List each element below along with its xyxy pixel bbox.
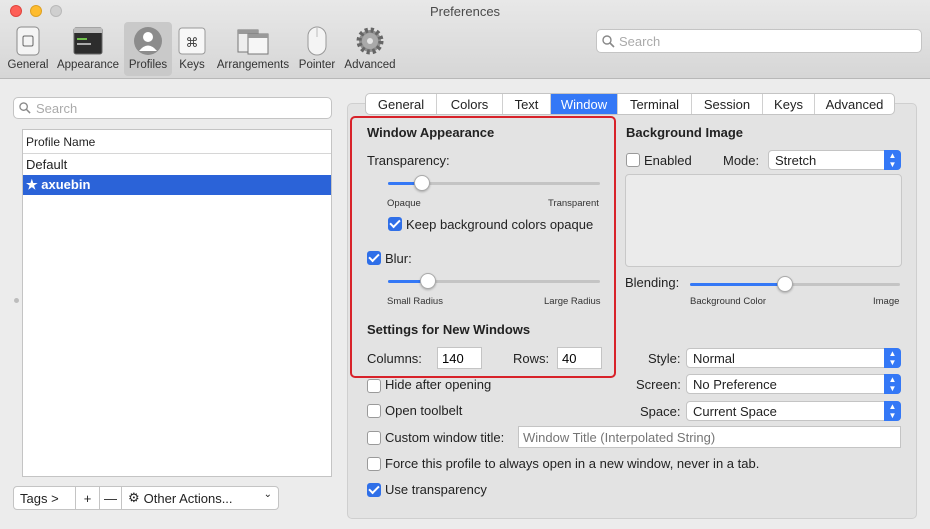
tab-text[interactable]: Text	[503, 94, 551, 114]
toolbar-pointer[interactable]: Pointer	[296, 22, 338, 76]
background-enabled-checkbox[interactable]	[626, 153, 640, 167]
profile-row-axuebin[interactable]: ★ axuebin	[23, 175, 331, 195]
settings-tab-bar: General Colors Text Window Terminal Sess…	[365, 93, 895, 115]
appearance-icon	[72, 25, 104, 57]
toolbar-label: Keys	[179, 59, 205, 71]
profile-search-field[interactable]	[13, 97, 332, 119]
profile-table: Profile Name Default ★ axuebin	[22, 129, 332, 477]
chevron-down-icon: ⌄	[263, 489, 272, 500]
force-new-window-label: Force this profile to always open in a n…	[385, 456, 760, 471]
profiles-icon	[132, 25, 164, 57]
arrangements-icon	[237, 25, 269, 57]
chevron-updown-icon: ▲ ▼	[884, 374, 901, 394]
space-label: Space:	[640, 404, 681, 419]
profile-actions-bar: Tags > + — ⚙ Other Actions... ⌄	[13, 486, 279, 510]
toolbar-arrangements[interactable]: Arrangements	[214, 22, 292, 76]
window-title: Preferences	[429, 4, 501, 19]
keys-icon: ⌘	[176, 25, 208, 57]
background-enabled-label: Enabled	[644, 153, 692, 168]
style-popup[interactable]: Normal ▲ ▼	[686, 348, 901, 368]
style-label: Style:	[648, 351, 681, 366]
default-star-icon: ★	[26, 177, 38, 192]
force-new-window-checkbox[interactable]	[367, 457, 381, 471]
hide-after-opening-checkbox[interactable]	[367, 379, 381, 393]
space-popup[interactable]: Current Space ▲ ▼	[686, 401, 901, 421]
custom-title-field[interactable]	[518, 426, 901, 448]
blending-label: Blending:	[625, 275, 680, 290]
blending-min-label: Background Color	[690, 296, 767, 307]
background-image-well[interactable]	[625, 174, 902, 267]
search-icon	[19, 102, 31, 114]
remove-profile-button[interactable]: —	[100, 487, 122, 509]
screen-popup[interactable]: No Preference ▲ ▼	[686, 374, 901, 394]
toolbar-profiles[interactable]: Profiles	[124, 22, 172, 76]
tags-button[interactable]: Tags >	[14, 487, 76, 509]
annotation-highlight-box	[350, 116, 616, 378]
toolbar-advanced[interactable]: Advanced	[342, 22, 398, 76]
toolbar-label: General	[7, 59, 49, 71]
blending-slider-knob[interactable]	[776, 276, 793, 292]
chevron-updown-icon: ▲ ▼	[884, 348, 901, 368]
open-toolbelt-checkbox[interactable]	[367, 404, 381, 418]
chevron-updown-icon: ▲ ▼	[884, 401, 901, 421]
tab-general[interactable]: General	[366, 94, 437, 114]
toolbar-label: Arrangements	[216, 59, 290, 71]
column-header-profile-name[interactable]: Profile Name	[23, 130, 331, 154]
hide-after-opening-label: Hide after opening	[385, 377, 492, 392]
tab-session[interactable]: Session	[692, 94, 763, 114]
search-icon	[602, 35, 615, 48]
general-icon	[12, 25, 44, 57]
toolbar-search-input[interactable]	[619, 33, 909, 49]
tab-advanced[interactable]: Advanced	[815, 94, 894, 114]
space-value: Current Space	[693, 404, 777, 419]
profile-search-input[interactable]	[36, 100, 326, 116]
profile-row-default[interactable]: Default	[23, 155, 331, 175]
toolbar-keys[interactable]: ⌘ Keys	[176, 22, 208, 76]
gear-icon: ⚙	[128, 490, 140, 506]
pointer-icon	[301, 25, 333, 57]
tab-window[interactable]: Window	[551, 94, 618, 114]
mode-popup[interactable]: Stretch ▲ ▼	[768, 150, 901, 170]
mode-value: Stretch	[775, 153, 817, 168]
toolbar-label: Appearance	[56, 59, 120, 71]
tab-keys[interactable]: Keys	[763, 94, 815, 114]
blending-slider[interactable]	[690, 276, 900, 292]
profile-name: axuebin	[41, 177, 91, 192]
toolbar-label: Advanced	[344, 59, 396, 71]
screen-value: No Preference	[693, 377, 777, 392]
style-value: Normal	[693, 351, 735, 366]
use-transparency-checkbox[interactable]	[367, 483, 381, 497]
chevron-updown-icon: ▲ ▼	[884, 150, 901, 170]
add-profile-button[interactable]: +	[76, 487, 100, 509]
mode-label: Mode:	[723, 153, 760, 168]
other-actions-label: Other Actions...	[143, 490, 233, 506]
split-handle[interactable]	[14, 298, 19, 303]
tab-terminal[interactable]: Terminal	[618, 94, 692, 114]
use-transparency-label: Use transparency	[385, 482, 487, 497]
custom-title-label: Custom window title:	[385, 430, 505, 445]
toolbar-appearance[interactable]: Appearance	[55, 22, 121, 76]
custom-title-checkbox[interactable]	[367, 431, 381, 445]
profile-name: Default	[26, 157, 68, 172]
toolbar-search-field[interactable]	[596, 29, 922, 53]
open-toolbelt-label: Open toolbelt	[385, 403, 463, 418]
blending-max-label: Image	[873, 296, 900, 307]
other-actions-button[interactable]: ⚙ Other Actions... ⌄	[122, 487, 278, 509]
advanced-icon	[354, 25, 386, 57]
screen-label: Screen:	[636, 377, 681, 392]
background-image-title: Background Image	[626, 125, 744, 140]
toolbar-label: Pointer	[298, 59, 336, 71]
tab-colors[interactable]: Colors	[437, 94, 503, 114]
toolbar-label: Profiles	[128, 59, 168, 71]
svg-text:⌘: ⌘	[186, 36, 199, 51]
toolbar-general[interactable]: General	[4, 22, 52, 76]
